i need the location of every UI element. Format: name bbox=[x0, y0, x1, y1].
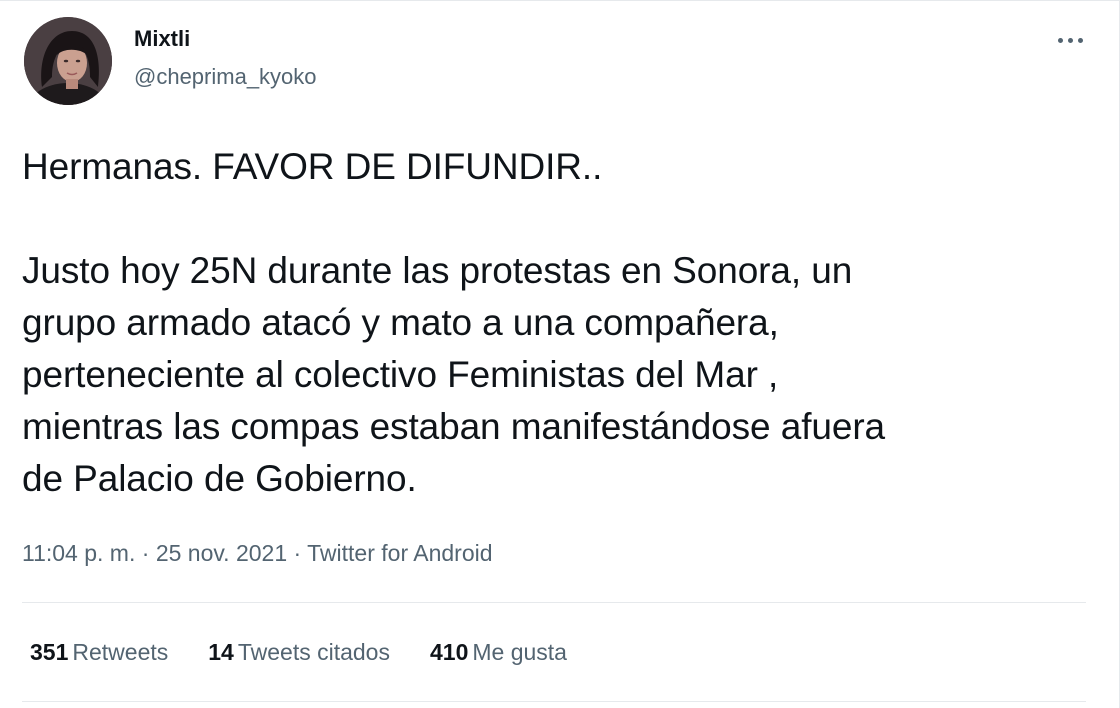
tweet-date[interactable]: 25 nov. 2021 bbox=[156, 540, 287, 566]
dot bbox=[1057, 37, 1063, 43]
more-options-icon[interactable] bbox=[1048, 25, 1092, 55]
author-avatar[interactable] bbox=[24, 17, 112, 105]
meta-separator: · bbox=[293, 540, 308, 566]
dot bbox=[1067, 37, 1073, 43]
dot bbox=[1077, 37, 1083, 43]
tweet-metadata: 11:04 p. m. · 25 nov. 2021 · Twitter for… bbox=[22, 537, 493, 569]
tweet-source-link[interactable]: Twitter for Android bbox=[307, 540, 492, 566]
divider bbox=[22, 701, 1086, 702]
quotes-label: Tweets citados bbox=[237, 639, 390, 665]
avatar-photo-icon bbox=[24, 17, 112, 105]
retweets-stat[interactable]: 351 Retweets bbox=[30, 636, 168, 668]
divider bbox=[22, 602, 1086, 603]
quotes-count: 14 bbox=[208, 639, 234, 665]
tweet-text: Hermanas. FAVOR DE DIFUNDIR.. Justo hoy … bbox=[22, 146, 886, 499]
tweet-time[interactable]: 11:04 p. m. bbox=[22, 540, 135, 566]
likes-count: 410 bbox=[429, 639, 469, 665]
retweets-label: Retweets bbox=[72, 639, 169, 665]
tweet-stats: 351 Retweets 14 Tweets citados 410 Me gusta bbox=[30, 636, 607, 668]
meta-separator: · bbox=[141, 540, 156, 566]
tweet-card: Mixtli @cheprima_kyoko Hermanas. FAVOR D… bbox=[0, 0, 1120, 708]
author-handle[interactable]: @cheprima_kyoko bbox=[134, 63, 317, 91]
author-display-name[interactable]: Mixtli bbox=[134, 25, 190, 53]
retweets-count: 351 bbox=[30, 639, 69, 665]
quote-tweets-stat[interactable]: 14 Tweets citados bbox=[208, 636, 390, 668]
likes-stat[interactable]: 410 Me gusta bbox=[430, 636, 567, 668]
likes-label: Me gusta bbox=[472, 639, 567, 665]
